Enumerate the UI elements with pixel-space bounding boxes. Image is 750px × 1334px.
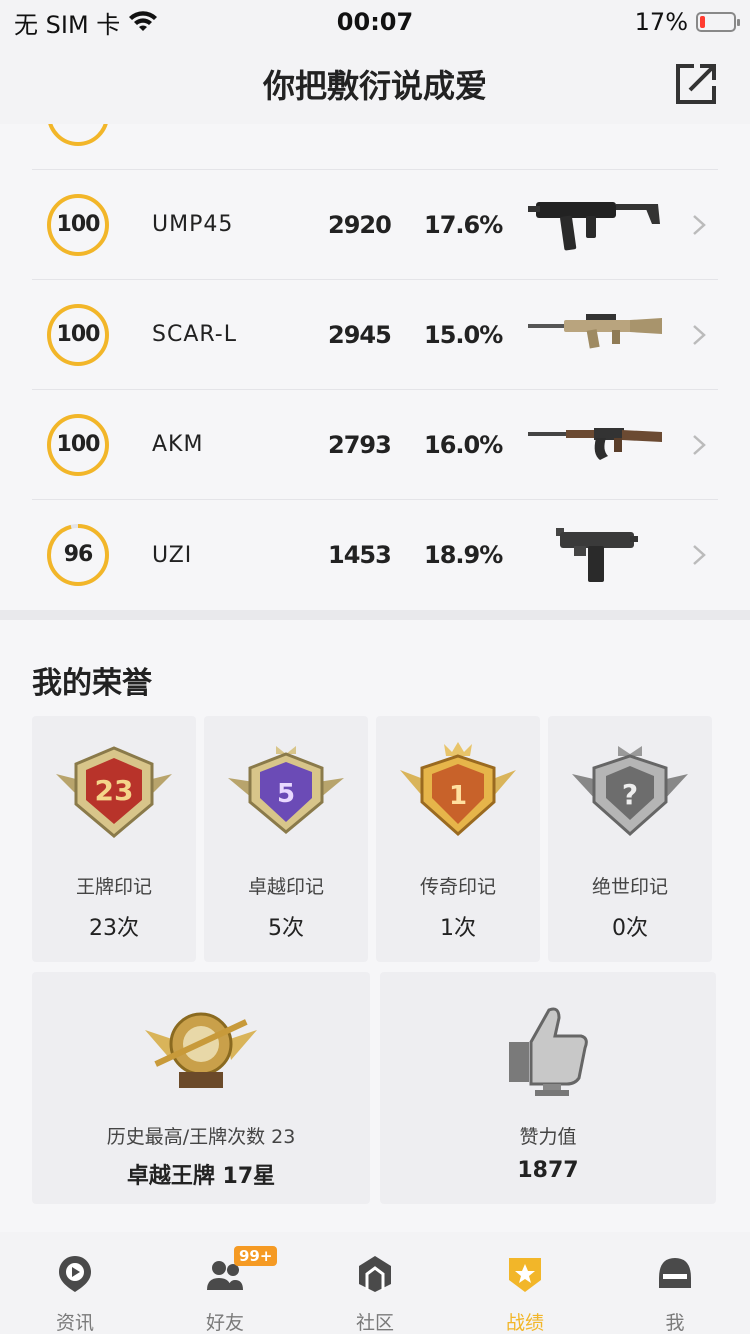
- page-title: 你把敷衍说成爱: [262, 67, 487, 105]
- weapon-name: UZI: [152, 542, 193, 568]
- wifi-icon: [129, 11, 158, 31]
- helmet-icon: [659, 1258, 691, 1288]
- chevron-right-icon: [693, 215, 706, 235]
- weapon-name: AKM: [152, 432, 204, 457]
- badge-card-ace[interactable]: 23 王牌印记 23次: [32, 716, 196, 962]
- tab-me[interactable]: 我: [600, 1232, 750, 1334]
- weapon-score: 100: [56, 321, 101, 347]
- weapon-list: 100 UMP45 2920 17.6% 100 SCAR-L 2945 15.…: [0, 124, 750, 610]
- section-title: 我的荣誉: [32, 666, 152, 701]
- likes-value: 1877: [517, 1158, 579, 1183]
- weapon-rate: 15.0%: [424, 320, 503, 349]
- weapon-row[interactable]: 96 UZI 1453 18.9%: [32, 500, 718, 610]
- share-icon[interactable]: [674, 62, 718, 106]
- likes-card[interactable]: 赞力值 1877: [380, 972, 716, 1204]
- weapon-score: 100: [56, 211, 101, 237]
- news-icon: [59, 1256, 91, 1292]
- score-ring: [46, 124, 110, 147]
- thumbs-up-icon: [509, 1007, 588, 1096]
- badge-label: 王牌印记: [75, 876, 152, 898]
- history-label: 历史最高/王牌次数 23: [106, 1126, 296, 1148]
- battery-icon: [696, 12, 740, 32]
- svg-text:1: 1: [449, 781, 467, 811]
- notification-badge: 99+: [234, 1246, 278, 1266]
- honors-section: 我的荣誉 23 王牌印记 23次 5 卓越印记 5次 1 传奇印记 1次 ? 绝…: [0, 620, 750, 1232]
- weapon-kills: 2793: [328, 430, 392, 459]
- weapon-name: UMP45: [152, 212, 234, 237]
- badge-count: 5次: [268, 916, 304, 941]
- chevron-right-icon: [693, 545, 706, 565]
- weapon-rate: 16.0%: [424, 430, 503, 459]
- section-divider: [0, 610, 750, 620]
- status-bar: 无 SIM 卡 00:07 17%: [0, 0, 750, 44]
- smg-icon: [528, 202, 660, 251]
- svg-text:23: 23: [95, 774, 134, 807]
- legend-emblem-icon: 1: [400, 742, 516, 837]
- nav-header: 你把敷衍说成爱: [0, 44, 750, 124]
- community-icon: [359, 1256, 391, 1292]
- tab-news[interactable]: 资讯: [0, 1232, 150, 1334]
- rifle-icon: [528, 314, 662, 349]
- tab-label: 战绩: [505, 1312, 544, 1334]
- score-ring: 100: [46, 303, 110, 367]
- badge-count: 0次: [612, 916, 648, 941]
- badge-count: 1次: [440, 916, 476, 941]
- battery-percent: 17%: [634, 8, 688, 36]
- tab-friends[interactable]: 99+ 好友: [150, 1232, 300, 1334]
- weapon-score: 100: [56, 431, 101, 457]
- history-card[interactable]: 历史最高/王牌次数 23 卓越王牌 17星: [32, 972, 370, 1204]
- weapon-rate: 18.9%: [424, 541, 503, 569]
- svg-text:5: 5: [277, 779, 295, 809]
- svg-text:?: ?: [622, 778, 638, 811]
- weapon-kills: 2920: [328, 210, 392, 239]
- weapon-name: SCAR-L: [152, 322, 237, 347]
- score-ring: 100: [46, 413, 110, 477]
- ace-emblem-icon: 23: [56, 746, 172, 838]
- tab-label: 资讯: [55, 1312, 94, 1334]
- record-icon: [509, 1258, 541, 1292]
- weapon-score: 96: [63, 542, 94, 567]
- badge-label: 绝世印记: [591, 876, 668, 898]
- rifle-icon: [528, 428, 662, 460]
- weapon-kills: 2945: [328, 320, 392, 349]
- weapon-kills: 1453: [328, 541, 392, 569]
- tab-community[interactable]: 社区: [300, 1232, 450, 1334]
- chevron-right-icon: [693, 325, 706, 345]
- badge-label: 传奇印记: [419, 876, 496, 898]
- sniper-emblem-icon: [145, 1012, 257, 1088]
- score-ring: 100: [46, 193, 110, 257]
- weapon-row[interactable]: 100 UMP45 2920 17.6%: [32, 170, 718, 280]
- tab-label: 社区: [355, 1312, 394, 1334]
- likes-label: 赞力值: [519, 1126, 577, 1148]
- history-value: 卓越王牌 17星: [126, 1164, 276, 1189]
- elite-emblem-icon: 5: [228, 746, 344, 834]
- badge-card-elite[interactable]: 5 卓越印记 5次: [204, 716, 368, 962]
- weapon-row-partial[interactable]: [32, 124, 718, 170]
- weapon-rate: 17.6%: [424, 210, 503, 239]
- badge-card-peerless[interactable]: ? 绝世印记 0次: [548, 716, 712, 962]
- carrier-label: 无 SIM 卡: [14, 10, 121, 39]
- tab-label: 我: [665, 1312, 685, 1334]
- score-ring: 96: [46, 523, 110, 587]
- peerless-emblem-icon: ?: [572, 746, 688, 837]
- weapon-row[interactable]: 100 AKM 2793 16.0%: [32, 390, 718, 500]
- tab-label: 好友: [205, 1312, 244, 1334]
- badge-card-legend[interactable]: 1 传奇印记 1次: [376, 716, 540, 962]
- chevron-right-icon: [693, 435, 706, 455]
- uzi-icon: [556, 528, 638, 582]
- tab-record[interactable]: 战绩: [450, 1232, 600, 1334]
- weapon-row[interactable]: 100 SCAR-L 2945 15.0%: [32, 280, 718, 390]
- badge-count: 23次: [89, 916, 139, 941]
- tab-bar: 资讯 99+ 好友 社区 战绩 我: [0, 1232, 750, 1334]
- badge-label: 卓越印记: [247, 876, 324, 898]
